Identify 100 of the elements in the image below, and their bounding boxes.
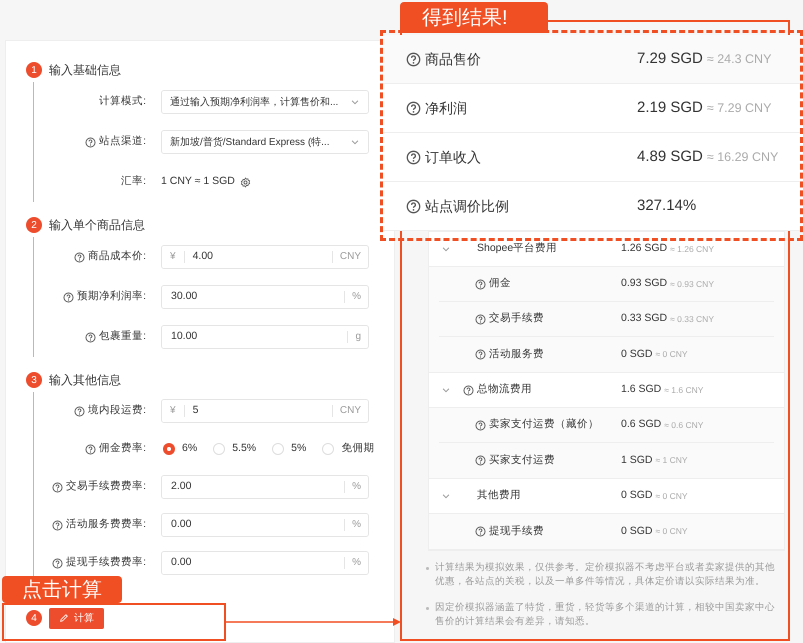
help-icon (475, 526, 486, 537)
rate-text: 1 CNY ≈ 1 SGD (161, 174, 235, 190)
result-label: 商品售价 (425, 50, 481, 68)
radio-button[interactable] (163, 443, 175, 455)
step-number: 2 (26, 217, 42, 233)
step-number: 1 (26, 62, 42, 78)
converted-value: ≈ 0 CNY (656, 525, 688, 538)
input-value: 5 (192, 403, 200, 418)
select-value: 新加坡/普货/Standard Express (特... (170, 136, 330, 150)
unit-suffix: % (344, 557, 368, 569)
radio-label: 5.5% (232, 441, 256, 456)
input-field[interactable]: ¥ 5 CNY (161, 399, 369, 423)
converted-value: ≈ 0.93 CNY (670, 278, 714, 290)
fee-value: 1.6 SGD (621, 382, 662, 398)
step-number: 3 (26, 372, 42, 388)
help-icon (406, 52, 421, 66)
unit-suffix: % (344, 481, 368, 493)
note-text: 计算结果为模拟效果，仅供参考。定价模拟器不考虑平台或者卖家提供的其他优惠，各站点的关税，以及一单多件等情况，具体定价请以实际结果为准。 (435, 561, 776, 589)
pencil-icon (59, 613, 69, 623)
converted-value: ≈ 1 CNY (656, 454, 688, 467)
input-value: 2.00 (170, 479, 192, 494)
bullet-icon (426, 607, 429, 610)
fee-value: 0 SGD (621, 488, 653, 504)
unit-suffix: CNY (332, 405, 368, 417)
fee-item-label: 买家支付运费 (489, 452, 555, 468)
result-value: 7.29 SGD (637, 48, 703, 69)
converted-value: ≈ 7.29 CNY (706, 100, 772, 117)
field-label: 包裹重量: (99, 329, 146, 344)
field-label: 提现手续费费率: (66, 555, 146, 570)
radio-label: 6% (182, 441, 198, 456)
input-value: 0.00 (170, 517, 192, 532)
settings-icon (240, 176, 251, 188)
unit-suffix: % (344, 519, 368, 531)
help-icon (475, 420, 486, 430)
input-field[interactable]: 0.00 % (161, 551, 369, 575)
fee-group-label: 总物流费用 (477, 382, 532, 398)
callout-label: 点击计算 (2, 576, 122, 603)
radio-button[interactable] (272, 443, 284, 455)
help-icon (52, 520, 64, 530)
section-title: 输入单个商品信息 (49, 217, 145, 234)
radio-button[interactable] (213, 443, 226, 455)
converted-value: ≈ 1.26 CNY (670, 242, 714, 256)
help-icon (475, 349, 486, 360)
input-field[interactable]: 10.00 g (161, 325, 369, 349)
step-number: 4 (26, 610, 42, 626)
field-label: 商品成本价: (88, 249, 146, 264)
input-value: 30.00 (170, 289, 198, 304)
help-icon (85, 444, 96, 454)
field-label: 站点渠道: (99, 134, 146, 150)
input-field[interactable]: 30.00 % (161, 285, 369, 309)
radio-label: 5% (291, 441, 306, 456)
calculate-button[interactable]: 计算 (49, 608, 104, 628)
converted-value: ≈ 0 CNY (656, 348, 688, 361)
help-icon (463, 384, 474, 396)
field-label: 境内段运费: (88, 403, 146, 418)
fee-value: 0.93 SGD (621, 276, 668, 292)
section-title: 输入其他信息 (49, 372, 121, 389)
help-icon (406, 100, 421, 116)
fee-value: 0.6 SGD (621, 417, 662, 432)
field-label: 交易手续费费率: (66, 479, 146, 494)
help-icon (74, 406, 86, 416)
converted-value: ≈ 0 CNY (656, 490, 688, 502)
help-icon (406, 198, 421, 214)
currency-prefix: ¥ (162, 251, 185, 263)
fee-value: 0.33 SGD (621, 311, 668, 326)
help-icon (74, 252, 86, 262)
field-label: 活动服务费费率: (66, 517, 146, 532)
input-value: 0.00 (170, 555, 192, 570)
unit-suffix: CNY (332, 251, 368, 263)
input-value: 10.00 (170, 329, 198, 344)
result-label: 净利润 (425, 98, 467, 118)
fee-value: 1.26 SGD (621, 241, 668, 256)
help-icon (52, 558, 64, 568)
result-label: 订单收入 (425, 148, 481, 166)
fee-item-label: 活动服务费 (489, 346, 544, 362)
converted-value: ≈ 1.6 CNY (664, 384, 704, 396)
converted-value: ≈ 24.3 CNY (706, 50, 772, 68)
fee-item-label: 提现手续费 (489, 524, 544, 539)
help-icon (406, 150, 421, 164)
input-field[interactable]: 0.00 % (161, 513, 369, 537)
input-field[interactable]: ¥ 4.00 CNY (161, 245, 369, 269)
select-field[interactable]: 通过输入预期净利润率，计算售价和... (161, 90, 369, 114)
help-icon (475, 278, 486, 290)
input-field[interactable]: 2.00 % (161, 475, 369, 499)
field-label: 佣金费率: (99, 441, 146, 456)
unit-suffix: g (347, 331, 368, 343)
field-label: 汇率: (121, 174, 146, 190)
select-field[interactable]: 新加坡/普货/Standard Express (特... (161, 130, 369, 154)
section-title: 输入基础信息 (49, 62, 121, 79)
fee-group-label: Shopee平台费用 (477, 241, 558, 256)
radio-button[interactable] (322, 443, 334, 455)
converted-value: ≈ 16.29 CNY (706, 148, 778, 166)
result-value: 327.14% (637, 196, 696, 216)
help-icon (85, 332, 96, 342)
help-icon (475, 455, 486, 466)
select-value: 通过输入预期净利润率，计算售价和... (170, 96, 338, 110)
fee-group-label: 其他费用 (477, 488, 521, 504)
result-label: 站点调价比例 (425, 196, 509, 216)
help-icon (475, 314, 486, 324)
result-value: 4.89 SGD (637, 146, 703, 167)
